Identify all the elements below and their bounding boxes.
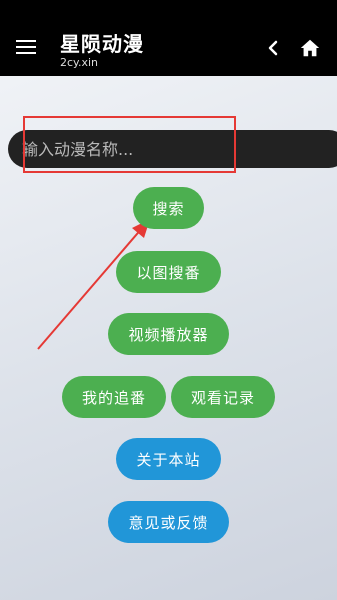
image-search-button[interactable]: 以图搜番 xyxy=(116,251,221,293)
search-input[interactable] xyxy=(8,130,337,168)
app-subtitle: 2cy.xin xyxy=(60,56,99,69)
my-follows-button[interactable]: 我的追番 xyxy=(62,376,166,418)
feedback-button[interactable]: 意见或反馈 xyxy=(108,501,229,543)
video-player-button[interactable]: 视频播放器 xyxy=(108,313,229,355)
menu-icon[interactable] xyxy=(16,40,36,56)
about-button[interactable]: 关于本站 xyxy=(116,438,221,480)
history-button[interactable]: 观看记录 xyxy=(171,376,275,418)
app-title: 星陨动漫 xyxy=(60,32,144,56)
search-button[interactable]: 搜索 xyxy=(133,187,204,229)
top-app-bar: 星陨动漫 2cy.xin xyxy=(0,0,337,76)
chevron-left-icon[interactable] xyxy=(263,38,283,58)
home-icon[interactable] xyxy=(299,37,321,59)
